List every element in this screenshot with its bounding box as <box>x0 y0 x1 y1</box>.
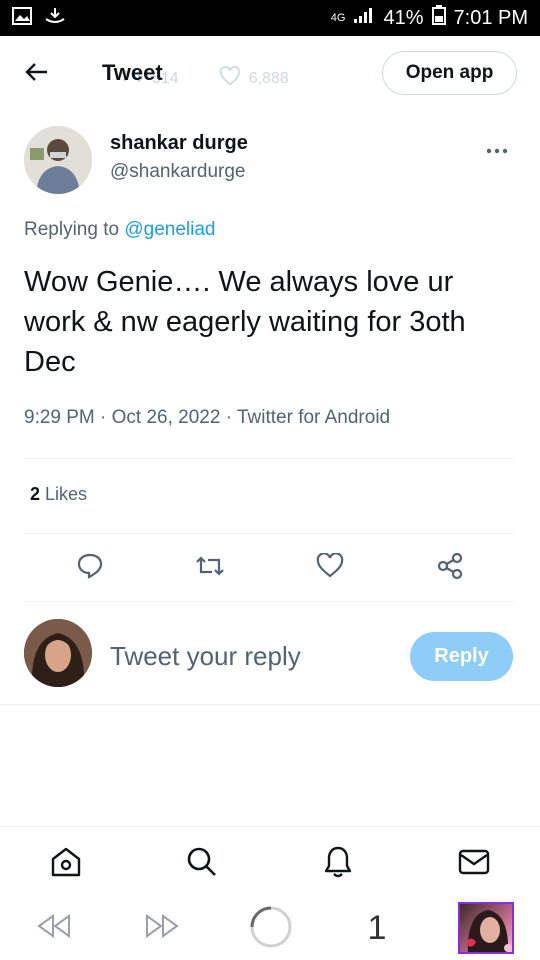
likes-label: Likes <box>40 484 88 504</box>
divider <box>24 533 515 534</box>
author-name[interactable]: shankar durge <box>110 132 248 155</box>
user-avatar[interactable] <box>24 619 92 687</box>
divider <box>24 601 515 602</box>
reply-button[interactable]: Reply <box>410 632 513 681</box>
divider <box>0 826 540 827</box>
tab-count[interactable]: 1 <box>362 909 392 947</box>
replying-prefix: Replying to <box>24 219 125 240</box>
more-options-button[interactable] <box>486 134 508 160</box>
battery-icon <box>431 5 446 31</box>
network-type: 4G <box>330 12 346 24</box>
clock: 7:01 PM <box>453 6 528 29</box>
status-bar: 4G 41% 7:01 PM <box>0 0 540 36</box>
signal-icon <box>353 6 375 30</box>
tweet-text: Wow Genie…. We always love ur work & nw … <box>24 266 466 378</box>
tweet-actions <box>30 550 490 586</box>
mail-icon <box>458 849 490 880</box>
reply-input[interactable] <box>110 638 380 674</box>
back-button[interactable] <box>22 58 52 88</box>
fast-forward-icon <box>143 913 181 944</box>
download-icon <box>44 7 66 30</box>
nav-messages[interactable] <box>456 846 492 882</box>
replying-to: Replying to @geneliad <box>24 219 215 241</box>
retweet-icon <box>194 553 226 584</box>
more-dots-icon <box>486 134 508 159</box>
browser-forward-button[interactable] <box>142 910 182 946</box>
browser-toolbar: 1 <box>0 896 540 960</box>
nav-home[interactable] <box>48 846 84 882</box>
bell-icon <box>323 845 353 884</box>
retweet-action-button[interactable] <box>192 550 228 586</box>
nav-notifications[interactable] <box>320 846 356 882</box>
home-icon <box>49 845 83 884</box>
rewind-icon <box>35 913 73 944</box>
share-icon <box>436 552 464 585</box>
author-handle[interactable]: @shankardurge <box>110 161 245 183</box>
like-action-button[interactable] <box>312 550 348 586</box>
browser-reload-button[interactable] <box>248 906 294 952</box>
page-title: Tweet <box>102 60 163 85</box>
divider <box>24 458 515 459</box>
reply-action-button[interactable] <box>72 550 108 586</box>
arrow-left-icon <box>25 57 49 89</box>
mention-link[interactable]: @geneliad <box>124 219 215 240</box>
share-action-button[interactable] <box>432 550 468 586</box>
comment-icon <box>76 552 104 585</box>
likes-link[interactable]: 2 Likes <box>30 484 87 505</box>
heart-icon <box>316 551 344 584</box>
loading-spinner-icon <box>249 905 293 954</box>
search-icon <box>186 846 218 883</box>
open-app-button[interactable]: Open app <box>382 51 517 95</box>
author-avatar[interactable] <box>24 126 92 194</box>
header: Tweet Open app <box>0 36 540 110</box>
tweet-meta: 9:29 PM · Oct 26, 2022 · Twitter for And… <box>24 407 391 428</box>
divider <box>0 704 540 705</box>
browser-back-button[interactable] <box>34 910 74 946</box>
gallery-icon <box>12 6 32 30</box>
battery-percent: 41% <box>383 6 424 29</box>
tab-thumbnail[interactable] <box>458 902 514 954</box>
nav-explore[interactable] <box>184 846 220 882</box>
likes-count: 2 <box>30 484 41 504</box>
